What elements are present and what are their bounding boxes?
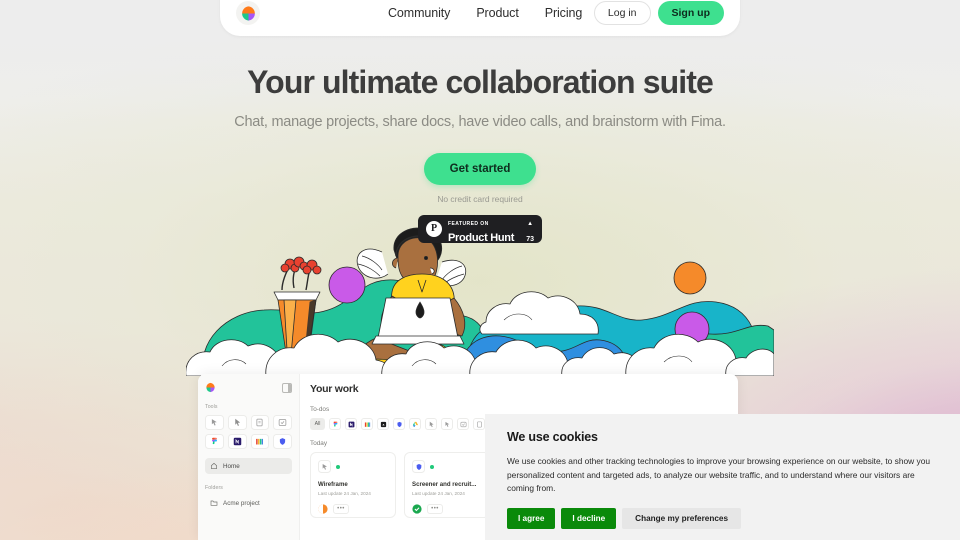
filter-chip-cursor-click[interactable] [441,418,453,430]
filter-chip-drive[interactable] [409,418,421,430]
product-hunt-text: FEATURED ON Product Hunt [448,213,514,245]
sidebar-header [205,382,292,393]
sidebar-folder-acme[interactable]: Acme project [205,496,292,510]
cta-note: No credit card required [437,193,523,204]
agree-button[interactable]: I agree [507,507,556,529]
avatar [318,504,328,514]
checkbox-icon [278,419,287,426]
cookie-banner: We use cookies We use cookies and other … [485,414,960,540]
upvote-arrow-icon: ▲ [527,220,534,227]
card-app-badge [318,460,331,473]
get-started-button[interactable]: Get started [423,152,537,185]
product-hunt-icon: P [426,220,442,237]
filter-chip-checkbox[interactable] [457,418,469,430]
sidebar-folder-label: Acme project [223,499,260,507]
sidebar-item-home[interactable]: Home [205,458,292,474]
hero-section: Your ultimate collaboration suite Chat, … [0,0,960,243]
tool-library[interactable] [250,434,270,449]
card-meta: Last update 24 Jan, 2024 [412,491,465,496]
fima-logo-icon [206,382,215,393]
card-more-button[interactable]: ••• [333,504,349,514]
product-hunt-name: Product Hunt [448,231,515,244]
tool-cursor-click[interactable] [205,415,224,430]
document-icon [476,421,482,427]
tool-cursor-pointer[interactable] [227,415,247,430]
status-badge [430,464,434,469]
your-work-title: Your work [310,383,359,395]
work-card[interactable]: Wireframe Last update 24 Jan, 2024 ••• [310,452,396,518]
todos-label: To-dos [310,406,330,413]
card-meta: Last update 24 Jan, 2024 [318,491,371,496]
page-root: Community Product Pricing Log in Sign up… [0,0,960,540]
notion-icon [348,421,354,427]
library-icon [256,438,264,445]
library-icon [364,421,370,427]
app-sidebar: Tools Home Folders Acme project [198,374,300,540]
home-icon [211,462,217,469]
tool-figma[interactable] [205,434,224,449]
card-footer: ••• [318,504,388,514]
cookie-banner-title: We use cookies [507,430,598,444]
filter-chip-cursor-pointer[interactable] [425,418,437,430]
card-title: Wireframe [318,481,348,488]
avatar [412,504,422,514]
figma-icon [333,421,337,427]
drive-icon [412,421,418,427]
change-preferences-button[interactable]: Change my preferences [622,507,742,529]
cursor-click-icon [444,421,449,427]
shield-icon [396,421,402,427]
folders-label: Folders [205,485,223,491]
filter-chip-shield[interactable] [393,418,405,430]
panel-toggle-icon[interactable] [282,382,292,393]
filter-chip-screenshot[interactable] [377,418,389,430]
sidebar-item-home-label: Home [223,462,240,470]
hero-illustration [186,227,774,376]
decline-button[interactable]: I decline [561,507,617,529]
work-card[interactable]: Screener and recruit... Last update 24 J… [404,452,490,518]
cookie-banner-body: We use cookies and other tracking techno… [507,456,931,494]
card-footer: ••• [412,504,482,514]
filter-chip-notion[interactable] [345,418,357,430]
card-header [318,460,388,473]
page-title: Your ultimate collaboration suite [247,64,714,100]
shield-icon [280,438,286,445]
cursor-click-icon [322,463,327,470]
product-hunt-kicker: FEATURED ON [448,220,489,227]
cta-group: Get started No credit card required P FE… [0,152,960,245]
tools-grid [205,415,292,449]
card-app-badge [412,460,425,473]
tool-shield[interactable] [273,434,292,449]
card-header [412,460,482,473]
product-hunt-count: 73 [526,235,534,243]
tool-checkbox[interactable] [273,415,292,430]
filter-chip-figma[interactable] [329,418,341,430]
card-more-button[interactable]: ••• [427,504,443,514]
hero-subtitle: Chat, manage projects, share docs, have … [234,113,726,130]
product-hunt-badge[interactable]: P FEATURED ON Product Hunt ▲ 73 [418,213,542,245]
screenshot-icon [380,421,386,427]
cursor-pointer-icon [429,421,434,427]
figma-icon [211,437,217,445]
checkbox-icon [460,421,466,427]
cursor-pointer-icon [234,418,240,426]
cookie-banner-actions: I agree I decline Change my preferences [507,507,938,529]
folder-icon [210,500,218,506]
shield-icon [416,463,421,470]
cursor-click-icon [211,419,217,426]
product-hunt-votes: ▲ 73 [526,213,534,245]
document-icon [256,418,263,427]
card-title: Screener and recruit... [412,481,477,488]
filter-chip-document[interactable] [473,418,485,430]
filter-all-chip[interactable]: All [310,418,325,430]
status-badge [336,464,340,469]
notion-icon [233,437,241,446]
filter-chip-library[interactable] [361,418,373,430]
tool-notion[interactable] [227,434,247,449]
tools-label: Tools [205,404,218,410]
tool-document[interactable] [250,415,270,430]
